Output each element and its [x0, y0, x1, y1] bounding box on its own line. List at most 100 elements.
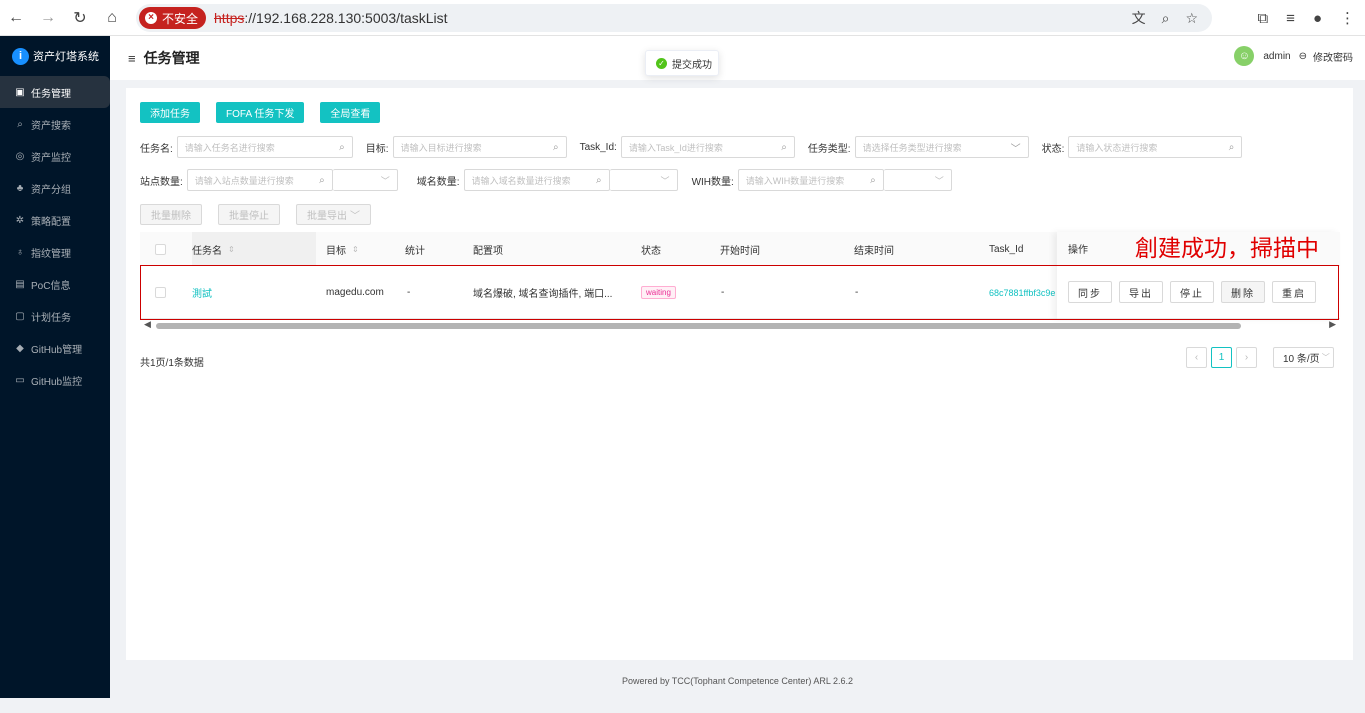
sidebar: i 资产灯塔系统 ▣ 任务管理 ⌕ 资产搜索 ◎ 资产监控 ♣ 资产分组 ✲ 策略配置 ♁… — [0, 36, 110, 698]
bookmark-star-icon[interactable]: ☆ — [1185, 10, 1198, 27]
wih-count-operator-select[interactable]: ﹀ — [883, 169, 952, 191]
task-id-input[interactable]: 请输入Task_Id进行搜索 ⌕ — [620, 136, 795, 158]
wih-count-input[interactable]: 请输入WIH数量进行搜索 ⌕ — [737, 169, 884, 191]
search-icon: ⌕ — [552, 141, 559, 153]
th-end: 结束时间 — [854, 245, 894, 257]
browser-menu-icon[interactable]: ⋮ — [1340, 9, 1355, 27]
th-name[interactable]: 任务名 ⇕ — [192, 232, 316, 266]
search-icon: ⌕ — [870, 174, 876, 186]
row-checkbox[interactable] — [155, 287, 166, 298]
menu-toggle-icon[interactable]: ≡ — [128, 51, 136, 66]
calendar-icon: ▣ — [15, 86, 25, 98]
extensions-icon[interactable]: ⧉ — [1257, 10, 1268, 27]
url-text[interactable]: https://192.168.228.130:5003/taskList — [214, 10, 448, 26]
task-name-input[interactable]: 请输入任务名进行搜索 ⌕ — [176, 136, 353, 158]
forward-icon[interactable]: → — [32, 2, 64, 34]
filter-row-1: 任务名: 请输入任务名进行搜索 ⌕ 目标: 请输入目标进行搜索 ⌕ Task_Id:… — [140, 136, 1255, 158]
restart-button[interactable]: 重启 — [1272, 281, 1316, 303]
th-config: 配置项 — [473, 245, 503, 257]
global-view-button[interactable]: 全局查看 — [320, 102, 381, 123]
stop-button[interactable]: 停止 — [1170, 281, 1214, 303]
sidebar-item-github-management[interactable]: ◆ GitHub管理 — [0, 332, 110, 364]
task-type-select[interactable]: 请选择任务类型进行搜索 ﹀ — [854, 136, 1029, 158]
chevron-down-icon: ﹀ — [380, 176, 390, 186]
batch-stop-button[interactable]: 批量停止 — [218, 204, 280, 225]
user-area: ☺ admin ⊖ 修改密码 — [1234, 46, 1353, 66]
back-icon[interactable]: ← — [0, 2, 32, 34]
site-count-operator-select[interactable]: ﹀ — [332, 169, 398, 191]
cell-task-id[interactable]: 68c7881ffbf3c9e — [989, 266, 1055, 319]
sync-button[interactable]: 同步 — [1068, 281, 1112, 303]
cell-stats: - — [407, 287, 411, 298]
chevron-down-icon: ﹀ — [934, 176, 944, 186]
address-bar[interactable]: × 不安全 https://192.168.228.130:5003/taskL… — [136, 4, 1212, 32]
sidebar-item-scheduled-tasks[interactable]: ▢ 计划任务 — [0, 300, 110, 332]
monitor-icon: ▭ — [15, 374, 25, 386]
page-header: ≡ 任务管理 ☺ admin ⊖ 修改密码 — [110, 36, 1365, 80]
username[interactable]: admin — [1263, 51, 1290, 62]
delete-button[interactable]: 删除 — [1221, 281, 1265, 303]
sidebar-item-fingerprint[interactable]: ♁ 指纹管理 — [0, 236, 110, 268]
th-start: 开始时间 — [720, 245, 760, 257]
group-icon: ♣ — [16, 182, 24, 194]
status-input[interactable]: 请输入状态进行搜索 ⌕ — [1068, 136, 1243, 158]
th-task-id: Task_Id — [989, 243, 1024, 255]
schedule-icon: ▢ — [15, 310, 25, 322]
domain-count-operator-select[interactable]: ﹀ — [609, 169, 678, 191]
home-icon[interactable]: ⌂ — [96, 2, 128, 34]
site-count-input[interactable]: 请输入站点数量进行搜索 ⌕ — [186, 169, 333, 191]
th-target[interactable]: 目标 ⇕ — [326, 232, 359, 266]
insecure-badge[interactable]: × 不安全 — [139, 7, 207, 29]
change-password-link[interactable]: 修改密码 — [1313, 49, 1353, 64]
cell-target: magedu.com — [326, 287, 384, 298]
status-badge: waiting — [641, 286, 676, 299]
search-icon: ⌕ — [1228, 141, 1235, 153]
scroll-left-icon[interactable]: ◀ — [144, 319, 151, 330]
footer: Powered by TCC(Tophant Competence Center… — [621, 676, 854, 686]
sort-icon[interactable]: ⇕ — [352, 245, 359, 254]
media-control-icon[interactable]: ≡ — [1286, 10, 1295, 27]
sidebar-item-asset-monitor[interactable]: ◎ 资产监控 — [0, 140, 110, 172]
page-size-select[interactable]: 10 条/页 ﹀ — [1273, 347, 1334, 368]
sidebar-item-policy-config[interactable]: ✲ 策略配置 — [0, 204, 110, 236]
export-button[interactable]: 导出 — [1119, 281, 1163, 303]
scroll-right-icon[interactable]: ▶ — [1329, 319, 1336, 330]
sidebar-item-github-monitor[interactable]: ▭ GitHub监控 — [0, 364, 110, 396]
sidebar-item-task-management[interactable]: ▣ 任务管理 — [0, 76, 110, 108]
next-page-button[interactable]: › — [1236, 347, 1257, 368]
github-icon: ◆ — [16, 342, 24, 354]
sort-icon[interactable]: ⇕ — [228, 245, 235, 254]
scroll-thumb[interactable] — [156, 323, 1241, 329]
gear-icon: ✲ — [15, 214, 25, 226]
profile-icon[interactable]: ● — [1313, 10, 1322, 27]
browser-toolbar: ← → ↻ ⌂ × 不安全 https://192.168.228.130:50… — [0, 0, 1365, 36]
zoom-icon[interactable]: ⌕ — [1162, 10, 1170, 27]
sidebar-item-poc-info[interactable]: ▤ PoC信息 — [0, 268, 110, 300]
annotation-text: 創建成功，掃描中 — [1135, 236, 1319, 262]
fofa-task-button[interactable]: FOFA 任务下发 — [216, 102, 305, 123]
target-icon: ◎ — [15, 150, 25, 162]
app-logo[interactable]: i 资产灯塔系统 — [0, 36, 110, 76]
batch-delete-button[interactable]: 批量删除 — [140, 204, 202, 225]
chevron-down-icon: ﹀ — [1321, 353, 1330, 362]
reload-icon[interactable]: ↻ — [64, 2, 96, 34]
search-icon: ⌕ — [339, 141, 345, 153]
select-all-checkbox[interactable] — [155, 243, 166, 255]
batch-export-button[interactable]: 批量导出 ﹀ — [296, 204, 371, 225]
chevron-down-icon: ﹀ — [1010, 143, 1021, 155]
sidebar-item-asset-search[interactable]: ⌕ 资产搜索 — [0, 108, 110, 140]
add-task-button[interactable]: 添加任务 — [140, 102, 200, 123]
prev-page-button[interactable]: ‹ — [1186, 347, 1207, 368]
th-stats: 统计 — [405, 245, 425, 257]
search-icon: ⌕ — [595, 174, 602, 186]
page-1-button[interactable]: 1 — [1211, 347, 1232, 368]
change-password-icon[interactable]: ⊖ — [1299, 51, 1307, 62]
content-card: 添加任务 FOFA 任务下发 全局查看 任务名: 请输入任务名进行搜索 ⌕ 目标:… — [126, 88, 1353, 660]
task-name-link[interactable]: 測試 — [192, 266, 212, 319]
translate-icon[interactable]: 文 — [1132, 8, 1146, 28]
target-input[interactable]: 请输入目标进行搜索 ⌕ — [392, 136, 567, 158]
horizontal-scrollbar[interactable]: ◀ ▶ — [140, 319, 1340, 330]
avatar[interactable]: ☺ — [1234, 46, 1255, 66]
domain-count-input[interactable]: 请输入域名数量进行搜索 ⌕ — [463, 169, 610, 191]
sidebar-item-asset-group[interactable]: ♣ 资产分组 — [0, 172, 110, 204]
